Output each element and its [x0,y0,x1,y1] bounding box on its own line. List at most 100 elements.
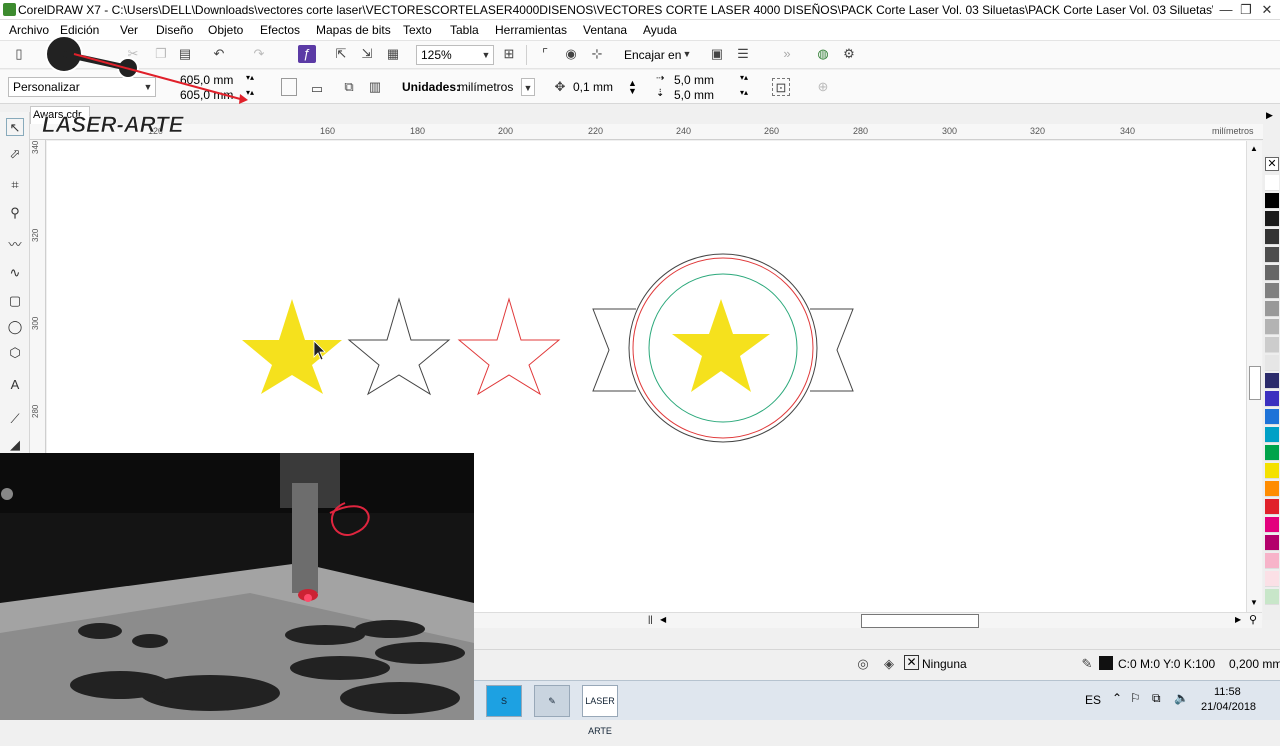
landscape-icon[interactable]: ▭ [308,80,326,98]
coreldraw-taskbar-icon[interactable]: ✎ [534,685,570,717]
chevron-down-icon[interactable]: ▼ [680,45,694,63]
palette-swatch[interactable] [1265,355,1279,371]
show-grid-icon[interactable]: ◉ [562,45,580,63]
application-launcher-icon[interactable]: ▣ [708,45,726,63]
palette-swatch[interactable] [1265,481,1279,497]
palette-swatch[interactable] [1265,517,1279,533]
palette-swatch[interactable] [1265,193,1279,209]
menu-efectos[interactable]: Efectos [260,23,300,37]
zoom-level-field[interactable]: 125% ▼ [416,45,494,65]
scroll-left-icon[interactable]: ◀ [660,615,666,624]
search-content-icon[interactable]: ƒ [298,45,316,63]
menu-texto[interactable]: Texto [403,23,432,37]
portrait-icon[interactable] [281,78,297,96]
outline-pen-icon[interactable]: ✎ [1078,655,1096,673]
freehand-tool-icon[interactable]: 〰 [6,236,24,254]
export-icon[interactable]: ⇲ [358,45,376,63]
interactive-fill-icon[interactable]: ◢ [6,436,24,454]
skype-icon[interactable]: S [486,685,522,717]
palette-swatch[interactable] [1265,211,1279,227]
import-icon[interactable]: ⇱ [332,45,350,63]
rectangle-tool-icon[interactable]: ▢ [6,292,24,310]
document-color-icon[interactable]: ◎ [854,655,872,673]
close-button[interactable]: ✕ [1258,2,1276,18]
laser-arte-taskbar-button[interactable]: LASER ARTE [582,685,618,736]
scroll-thumb[interactable] [861,614,979,628]
spinner-arrows-icon[interactable]: ▲ ▼ [628,79,637,96]
chevron-down-icon[interactable]: ▼ [479,46,493,64]
palette-swatch[interactable] [1265,337,1279,353]
menu-herramientas[interactable]: Herramientas [495,23,567,37]
scroll-up-icon[interactable]: ▲ [1250,144,1258,153]
current-page-icon[interactable]: ▥ [366,78,384,96]
scroll-right-icon[interactable]: ▶ [1235,615,1241,624]
menu-ayuda[interactable]: Ayuda [643,23,677,37]
duplicate-distance-x-field[interactable]: 5,0 mm [674,73,714,87]
connector-tool-icon[interactable]: ⟋ [6,410,24,428]
palette-swatch[interactable] [1265,319,1279,335]
spinner-arrows-icon[interactable]: ▾▴ [740,73,748,82]
outline-star-red[interactable] [457,297,561,396]
palette-swatch[interactable] [1265,445,1279,461]
snap-to-label[interactable]: Encajar en [624,48,681,62]
clock-date[interactable]: 21/04/2018 [1201,701,1256,713]
palette-swatch[interactable] [1265,265,1279,281]
nudge-distance-field[interactable]: 0,1 mm [573,80,613,94]
overflow-chevron-icon[interactable]: » [778,45,796,63]
units-value[interactable]: milímetros [458,80,513,94]
palette-swatch[interactable] [1265,229,1279,245]
scroll-down-icon[interactable]: ▼ [1250,598,1258,607]
tab-scroll-right-icon[interactable]: ▶ [1266,110,1273,121]
clock-time[interactable]: 11:58 [1214,686,1241,698]
palette-swatch[interactable] [1265,589,1279,605]
outline-star-black[interactable] [347,297,451,396]
ellipse-tool-icon[interactable]: ◯ [6,318,24,336]
network-icon[interactable]: ⧉ [1152,691,1161,706]
polygon-tool-icon[interactable]: ⬡ [6,344,24,362]
scroll-thumb[interactable] [1249,366,1261,400]
palette-swatch[interactable] [1265,535,1279,551]
menu-mapas-de-bits[interactable]: Mapas de bits [316,23,391,37]
publish-pdf-icon[interactable]: ▦ [384,45,402,63]
zoom-tool-icon[interactable]: ⚲ [6,204,24,222]
corel-connect-icon[interactable]: ◍ [814,45,832,63]
palette-swatch[interactable] [1265,553,1279,569]
crop-tool-icon[interactable]: ⌗ [6,176,24,194]
show-guidelines-icon[interactable]: ⊹ [588,45,606,63]
palette-swatch[interactable] [1265,247,1279,263]
vertical-ruler[interactable]: 340 320 300 280 [30,140,46,453]
palette-swatch[interactable] [1265,499,1279,515]
maximize-button[interactable]: ❐ [1237,2,1255,18]
options-icon[interactable]: ☰ [734,45,752,63]
horizontal-scrollbar[interactable]: || ◀ ▶ ⚲ [474,612,1262,628]
palette-swatch[interactable] [1265,373,1279,389]
vertical-scrollbar[interactable]: ▲ ▼ [1246,141,1262,612]
full-screen-preview-icon[interactable]: ⊞ [500,45,518,63]
menu-tabla[interactable]: Tabla [450,23,479,37]
minimize-button[interactable]: — [1217,2,1235,18]
duplicate-distance-y-field[interactable]: 5,0 mm [674,88,714,102]
page-nav-icon[interactable]: || [648,614,653,624]
volume-icon[interactable]: 🔈 [1174,691,1189,705]
text-tool-icon[interactable]: A [6,376,24,394]
pick-tool-icon[interactable]: ↖ [6,118,24,136]
add-icon[interactable]: ⊕ [814,78,832,96]
macro-icon[interactable]: ⚙ [840,45,858,63]
fill-bucket-icon[interactable]: ◈ [880,655,898,673]
zoom-navigator-icon[interactable]: ⚲ [1249,613,1257,626]
palette-swatch[interactable] [1265,175,1279,191]
action-center-icon[interactable]: ⚐ [1130,691,1141,705]
all-pages-icon[interactable]: ⧉ [340,78,358,96]
yellow-star[interactable] [242,299,342,394]
menu-ventana[interactable]: Ventana [583,23,627,37]
chevron-down-icon[interactable]: ▼ [521,78,535,96]
palette-swatch[interactable] [1265,463,1279,479]
palette-swatch[interactable] [1265,391,1279,407]
show-rulers-icon[interactable]: ⌜ [536,45,554,63]
palette-swatch[interactable] [1265,301,1279,317]
palette-swatch[interactable] [1265,283,1279,299]
palette-swatch[interactable] [1265,427,1279,443]
no-color-icon[interactable]: ✕ [1265,157,1279,171]
page-frame-icon[interactable]: ⊡ [772,78,790,96]
shape-tool-icon[interactable]: ⬀ [6,145,24,163]
